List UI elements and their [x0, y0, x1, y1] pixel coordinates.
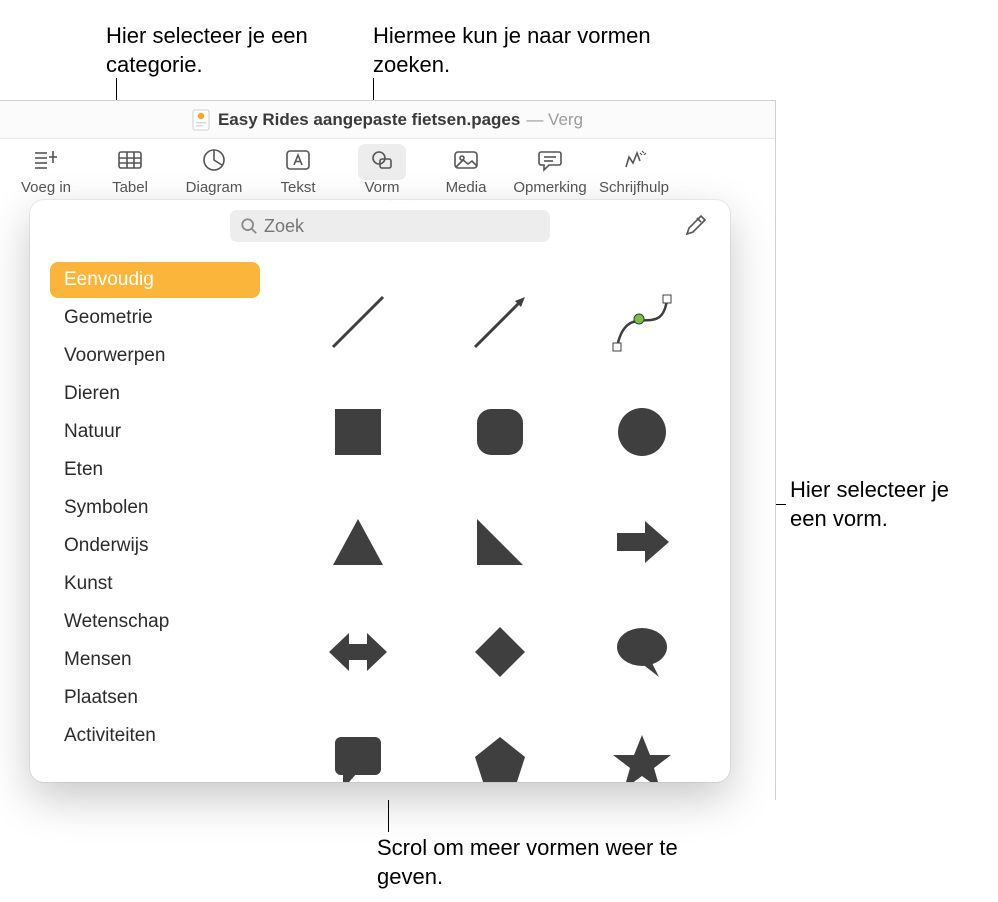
shape-pentagon[interactable]	[432, 710, 568, 782]
draw-pen-button[interactable]	[680, 211, 710, 241]
sidebar-item-natuur[interactable]: Natuur	[50, 414, 260, 450]
sidebar-item-mensen[interactable]: Mensen	[50, 642, 260, 678]
callout-scroll: Scrol om meer vormen weer te geven.	[377, 834, 737, 891]
shape-arrow-right[interactable]	[574, 490, 710, 594]
diamond-icon	[465, 617, 535, 687]
shape-bezier-curve[interactable]	[574, 270, 710, 374]
sidebar-item-dieren[interactable]: Dieren	[50, 376, 260, 412]
shape-arrow-both[interactable]	[290, 600, 426, 704]
sidebar-item-eten[interactable]: Eten	[50, 452, 260, 488]
toolbar-writing[interactable]: Schrijfhulp	[592, 145, 676, 196]
titlebar: Easy Rides aangepaste fietsen.pages — Ve…	[0, 101, 775, 139]
sidebar-item-eenvoudig[interactable]: Eenvoudig	[50, 262, 260, 298]
document-status: — Verg	[526, 110, 583, 130]
toolbar-table[interactable]: Tabel	[88, 145, 172, 196]
toolbar-insert[interactable]: Voeg in	[4, 145, 88, 196]
arrow-right-icon	[607, 507, 677, 577]
shape-rounded-square[interactable]	[432, 380, 568, 484]
toolbar-text[interactable]: Tekst	[256, 145, 340, 196]
search-icon	[240, 217, 258, 235]
line-icon	[323, 287, 393, 357]
shape-triangle[interactable]	[290, 490, 426, 594]
document-title: Easy Rides aangepaste fietsen.pages	[218, 110, 520, 130]
search-field[interactable]	[230, 210, 550, 242]
shape-right-triangle[interactable]	[432, 490, 568, 594]
toolbar-label: Vorm	[364, 179, 399, 196]
toolbar-label: Tekst	[280, 179, 315, 196]
sidebar-item-symbolen[interactable]: Symbolen	[50, 490, 260, 526]
toolbar-label: Media	[446, 179, 487, 196]
sidebar-item-geometrie[interactable]: Geometrie	[50, 300, 260, 336]
toolbar-label: Voeg in	[21, 179, 71, 196]
sidebar-item-wetenschap[interactable]: Wetenschap	[50, 604, 260, 640]
category-sidebar: EenvoudigGeometrieVoorwerpenDierenNatuur…	[30, 252, 270, 782]
sidebar-item-activiteiten[interactable]: Activiteiten	[50, 718, 260, 754]
square-icon	[323, 397, 393, 467]
pen-icon	[682, 213, 708, 239]
callout-select-shape: Hier selecteer je een vorm.	[790, 476, 990, 533]
callout-search: Hiermee kun je naar vormen zoeken.	[373, 22, 673, 79]
toolbar-chart[interactable]: Diagram	[172, 145, 256, 196]
arrow-line-icon	[465, 287, 535, 357]
bezier-curve-icon	[607, 287, 677, 357]
star-icon	[607, 727, 677, 782]
pentagon-icon	[465, 727, 535, 782]
toolbar-comment[interactable]: Opmerking	[508, 145, 592, 196]
speech-bubble-icon	[607, 617, 677, 687]
search-input[interactable]	[264, 216, 540, 237]
sidebar-item-plaatsen[interactable]: Plaatsen	[50, 680, 260, 716]
sidebar-item-onderwijs[interactable]: Onderwijs	[50, 528, 260, 564]
popover-arrow	[390, 200, 414, 202]
shape-line[interactable]	[290, 270, 426, 374]
toolbar-label: Tabel	[112, 179, 148, 196]
shape-circle[interactable]	[574, 380, 710, 484]
rounded-square-icon	[465, 397, 535, 467]
callout-category: Hier selecteer je een categorie.	[106, 22, 366, 79]
toolbar-label: Diagram	[186, 179, 243, 196]
shape-square[interactable]	[290, 380, 426, 484]
shape-star[interactable]	[574, 710, 710, 782]
shapes-popover: EenvoudigGeometrieVoorwerpenDierenNatuur…	[30, 200, 730, 782]
triangle-icon	[323, 507, 393, 577]
right-triangle-icon	[465, 507, 535, 577]
callout-square-icon	[323, 727, 393, 782]
toolbar-label: Opmerking	[513, 179, 586, 196]
shape-speech-bubble[interactable]	[574, 600, 710, 704]
sidebar-item-kunst[interactable]: Kunst	[50, 566, 260, 602]
toolbar: Voeg in Tabel Diagram Tekst Vorm Media O…	[0, 139, 775, 203]
toolbar-label: Schrijfhulp	[599, 179, 669, 196]
shape-diamond[interactable]	[432, 600, 568, 704]
shapes-grid[interactable]	[270, 252, 730, 782]
shape-arrow-line[interactable]	[432, 270, 568, 374]
circle-icon	[607, 397, 677, 467]
toolbar-media[interactable]: Media	[424, 145, 508, 196]
toolbar-shape[interactable]: Vorm	[340, 145, 424, 196]
sidebar-item-voorwerpen[interactable]: Voorwerpen	[50, 338, 260, 374]
arrow-both-icon	[323, 617, 393, 687]
shape-callout-square[interactable]	[290, 710, 426, 782]
popover-topbar	[30, 200, 730, 252]
document-icon	[192, 109, 210, 131]
